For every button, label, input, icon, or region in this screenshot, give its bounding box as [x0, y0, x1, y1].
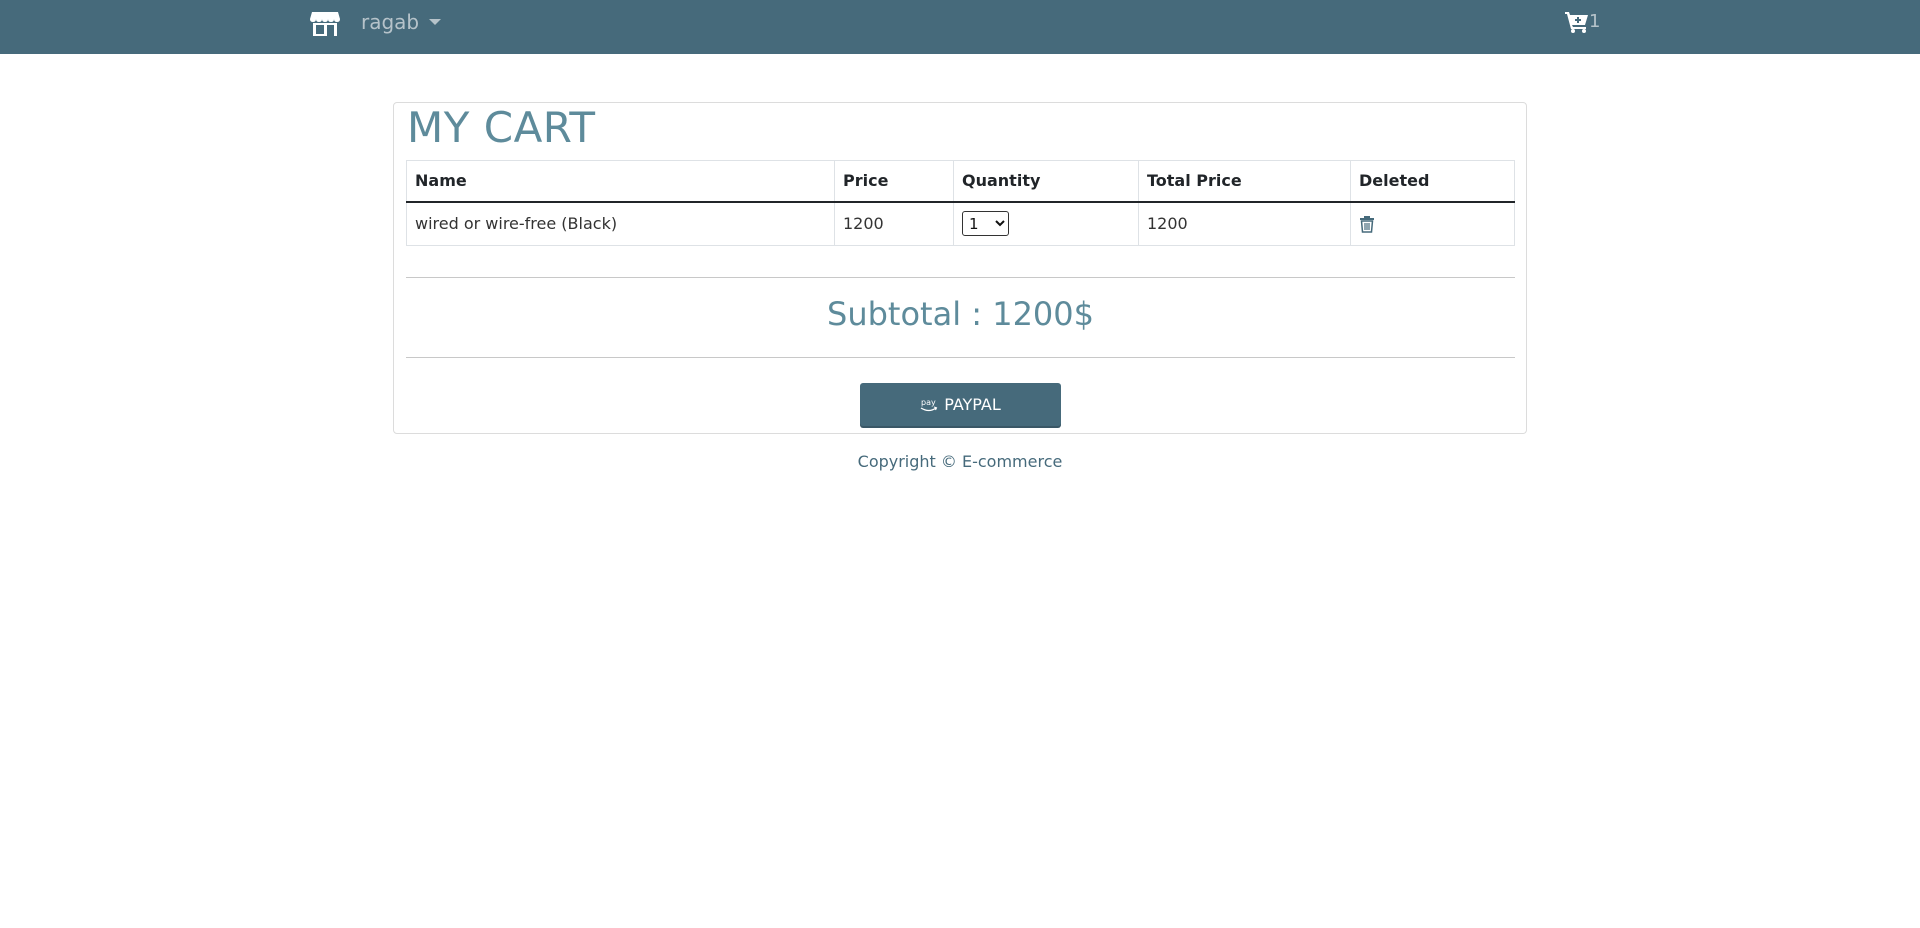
svg-text:pay: pay	[921, 398, 936, 407]
amazon-pay-icon: pay	[920, 398, 938, 411]
cart-card: MY CART Name Price Quantity Total Price …	[393, 102, 1527, 434]
table-header-row: Name Price Quantity Total Price Deleted	[406, 160, 1515, 203]
cart-count-badge: 1	[1589, 11, 1601, 32]
cart-link[interactable]: 1	[1565, 9, 1600, 35]
user-dropdown[interactable]: ragab	[361, 9, 442, 35]
user-name: ragab	[361, 10, 420, 34]
product-price: 1200	[834, 201, 954, 246]
column-header-quantity: Quantity	[953, 160, 1139, 203]
trash-icon[interactable]	[1359, 215, 1375, 233]
column-header-total-price: Total Price	[1138, 160, 1351, 203]
column-header-price: Price	[834, 160, 954, 203]
product-total-price: 1200	[1138, 201, 1351, 246]
subtotal: Subtotal : 1200$	[406, 293, 1515, 335]
caret-down-icon	[429, 19, 442, 25]
footer-copyright: Copyright © E-commerce	[857, 452, 1063, 471]
delete-cell	[1350, 201, 1515, 246]
paypal-checkout-button[interactable]: pay PAYPAL	[860, 383, 1061, 426]
paypal-button-label: PAYPAL	[944, 395, 1001, 414]
navbar: ragab 1	[0, 0, 1920, 54]
product-name: wired or wire-free (Black)	[406, 201, 835, 246]
quantity-select[interactable]: 1	[962, 211, 1009, 237]
quantity-cell: 1	[953, 201, 1139, 246]
subtotal-value: 1200$	[992, 295, 1094, 333]
subtotal-label: Subtotal :	[827, 295, 993, 333]
store-icon[interactable]	[310, 10, 340, 36]
shopping-cart-icon	[1565, 12, 1588, 33]
column-header-deleted: Deleted	[1350, 160, 1515, 203]
table-row: wired or wire-free (Black) 1200 1 1200	[406, 201, 1515, 246]
page-title: MY CART	[407, 103, 596, 152]
column-header-name: Name	[406, 160, 835, 203]
cart-table: Name Price Quantity Total Price Deleted …	[406, 160, 1515, 246]
divider	[406, 277, 1515, 278]
divider	[406, 357, 1515, 358]
